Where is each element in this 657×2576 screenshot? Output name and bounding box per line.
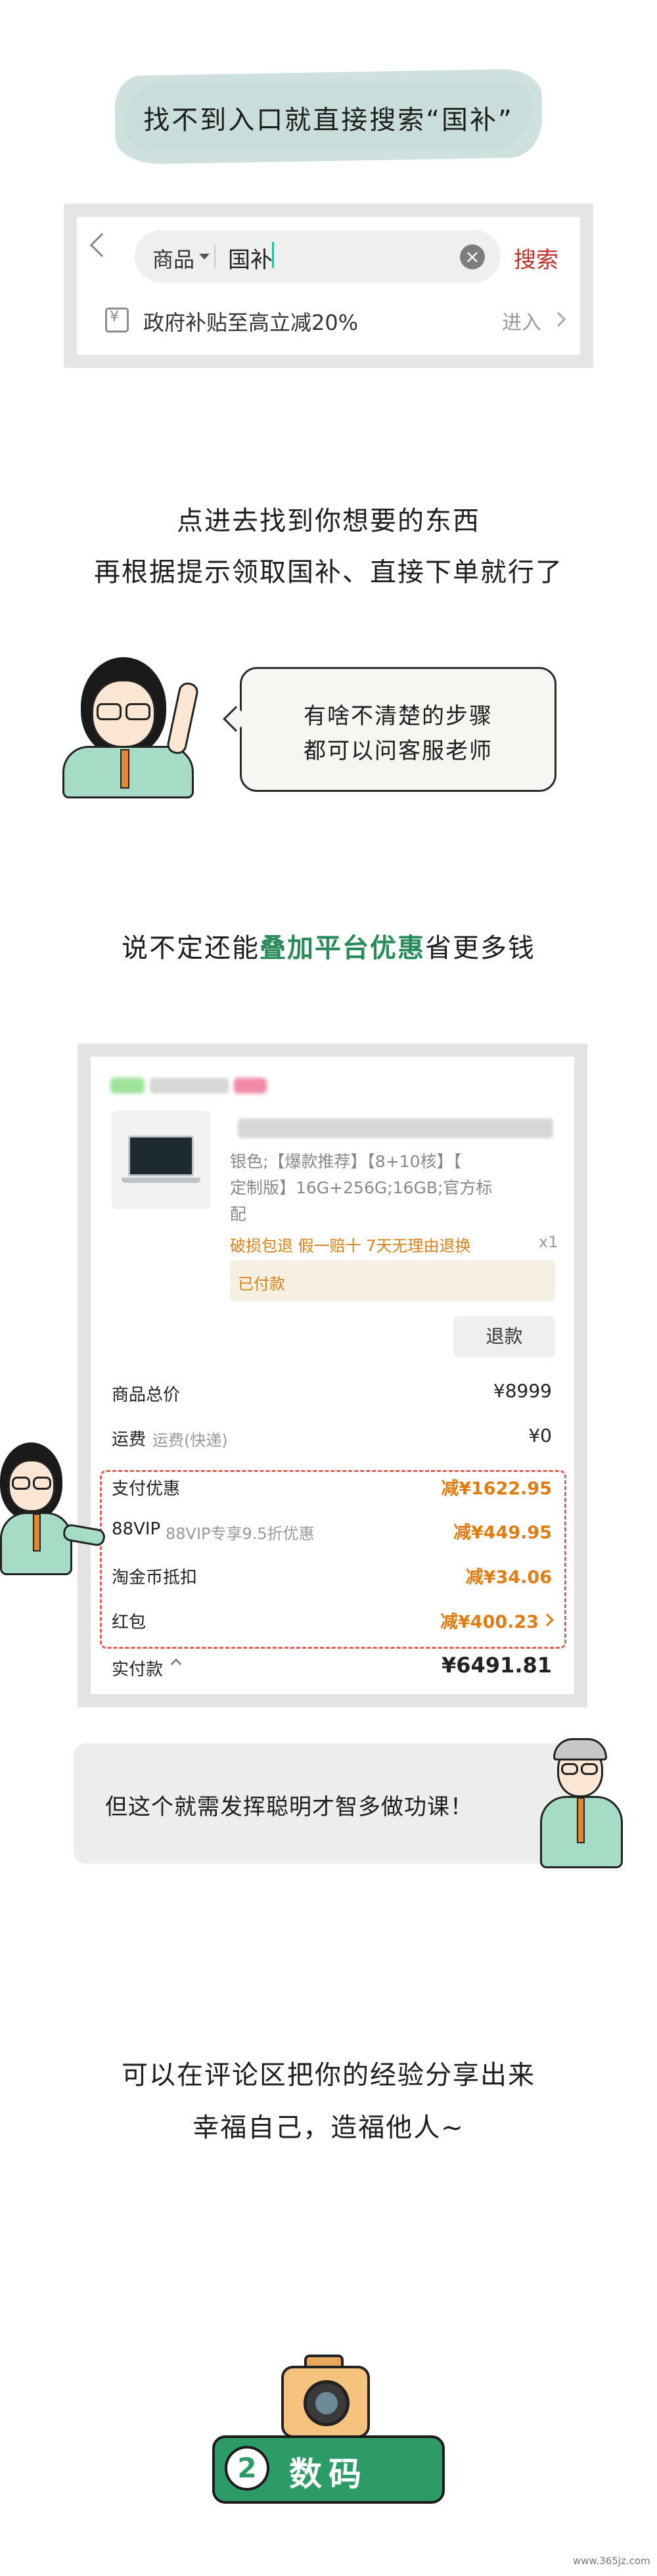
coin-value: 减¥34.06 bbox=[465, 1567, 552, 1588]
glasses-lens bbox=[125, 703, 150, 720]
stack-line-highlight: 叠加平台优惠 bbox=[260, 933, 425, 963]
search-query-text[interactable]: 国补 bbox=[228, 242, 273, 274]
pay-discount-value: 减¥1622.95 bbox=[441, 1479, 552, 1499]
instruction-line-2: 再根据提示领取国补、直接下单就行了 bbox=[94, 557, 563, 587]
yuan-icon: ¥ bbox=[110, 309, 119, 325]
section-title: 找不到入口就直接搜索“国补” bbox=[143, 105, 514, 135]
camera-lens-glass bbox=[315, 2392, 338, 2414]
enter-link[interactable]: 进入 bbox=[502, 306, 541, 335]
glasses-lens bbox=[581, 1763, 598, 1775]
watermark: www.365jz.com bbox=[573, 2555, 650, 2567]
share-line-1: 可以在评论区把你的经验分享出来 bbox=[122, 2060, 535, 2090]
share-line-2: 幸福自己，造福他人~ bbox=[193, 2113, 464, 2143]
section-title-text: 数码 bbox=[289, 2455, 368, 2493]
spec-line-1: 银色;【爆款推荐】【8+10核】【 bbox=[230, 1152, 462, 1171]
stack-discount-line: 说不定还能叠加平台优惠省更多钱 bbox=[0, 927, 657, 965]
refund-button[interactable]: 退款 bbox=[453, 1316, 555, 1357]
vip-sub: 88VIP专享9.5折优惠 bbox=[166, 1525, 315, 1543]
redpacket-label: 红包 bbox=[112, 1613, 147, 1632]
glasses-icon bbox=[12, 1477, 30, 1490]
total-value: ¥8999 bbox=[493, 1380, 552, 1402]
tie-shape bbox=[577, 1797, 585, 1843]
tip-text: 但这个就需发挥聪明才智多做功课！ bbox=[105, 1794, 473, 1820]
chevron-down-icon[interactable] bbox=[199, 254, 210, 260]
service-tags: 破损包退 假一赔十 7天无理由退换 bbox=[230, 1237, 471, 1255]
paid-status: 已付款 bbox=[238, 1275, 285, 1293]
clear-x-icon[interactable]: × bbox=[460, 244, 485, 269]
stack-line-before: 说不定还能 bbox=[122, 933, 260, 963]
quantity: x1 bbox=[539, 1233, 558, 1251]
text-cursor bbox=[272, 242, 274, 268]
glasses-icon bbox=[97, 703, 122, 720]
stack-line-after: 省更多钱 bbox=[425, 933, 535, 963]
blurred-shop-icon bbox=[110, 1078, 145, 1093]
teacher-illustration bbox=[62, 651, 220, 798]
teacher-pointing-illustration bbox=[0, 1442, 108, 1587]
blurred-product-title bbox=[238, 1118, 553, 1138]
section-number-badge: 2 bbox=[225, 2446, 269, 2491]
shipping-sub: 运费(快递) bbox=[152, 1431, 228, 1450]
tie-shape bbox=[33, 1513, 41, 1552]
total-label: 商品总价 bbox=[112, 1385, 181, 1405]
subsidy-banner-text[interactable]: 政府补贴至高立减20% bbox=[143, 306, 358, 336]
coin-label: 淘金币抵扣 bbox=[112, 1568, 198, 1588]
vip-label: 88VIP bbox=[112, 1519, 161, 1539]
thinking-teacher-illustration bbox=[537, 1738, 629, 1870]
speech-line-1: 有啥不清楚的步骤 bbox=[304, 703, 493, 729]
raised-hand bbox=[165, 681, 200, 756]
actual-pay-value: ¥6491.81 bbox=[441, 1653, 552, 1678]
laptop-base bbox=[122, 1178, 200, 1183]
search-divider bbox=[214, 244, 215, 268]
spec-line-3: 配 bbox=[230, 1205, 247, 1224]
speech-line-2: 都可以问客服老师 bbox=[304, 738, 493, 764]
search-category-select[interactable]: 商品 bbox=[152, 243, 194, 273]
pay-discount-label: 支付优惠 bbox=[112, 1479, 181, 1499]
shipping-label: 运费 bbox=[112, 1430, 147, 1450]
hair-shape bbox=[553, 1738, 607, 1760]
instruction-line-1: 点进去找到你想要的东西 bbox=[177, 506, 480, 536]
actual-pay-label: 实付款 bbox=[112, 1660, 164, 1680]
spec-line-2: 定制版】16G+256G;16GB;官方标 bbox=[230, 1178, 493, 1197]
laptop-icon bbox=[128, 1136, 194, 1176]
search-button[interactable]: 搜索 bbox=[514, 242, 558, 274]
glasses-lens bbox=[33, 1477, 51, 1490]
tie-shape bbox=[120, 749, 129, 789]
redpacket-value[interactable]: 减¥400.23 bbox=[381, 1607, 539, 1633]
vip-value: 减¥449.95 bbox=[453, 1523, 552, 1543]
glasses-icon bbox=[561, 1763, 578, 1775]
blurred-shop-badge bbox=[234, 1078, 267, 1093]
shipping-value: ¥0 bbox=[528, 1425, 552, 1446]
blurred-shop-name bbox=[150, 1078, 229, 1093]
